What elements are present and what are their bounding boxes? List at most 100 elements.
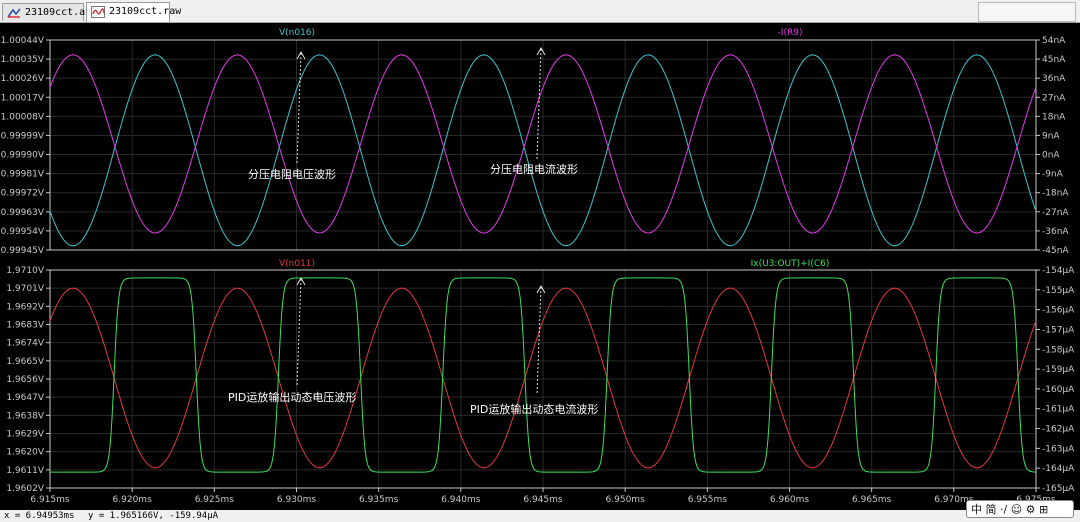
data-point bbox=[565, 471, 567, 473]
data-point bbox=[483, 54, 485, 56]
data-point bbox=[483, 467, 485, 469]
data-point bbox=[236, 54, 238, 56]
y-left-tick-label: 1.9683V bbox=[6, 321, 44, 331]
data-point bbox=[894, 471, 896, 473]
y-right-tick-label: -162µA bbox=[1042, 425, 1075, 435]
trace-label-vn011[interactable]: V(n011) bbox=[279, 259, 315, 269]
data-point bbox=[976, 54, 978, 56]
y-left-tick-label: 0.99990V bbox=[1, 151, 45, 161]
data-point bbox=[894, 54, 896, 56]
y-left-tick-label: 0.99954V bbox=[1, 227, 45, 237]
toolbar-box bbox=[978, 2, 1076, 22]
y-left-tick-label: 0.99945V bbox=[1, 246, 45, 256]
x-tick-label: 6.920ms bbox=[113, 495, 153, 505]
y-right-tick-label: 18nA bbox=[1042, 112, 1066, 122]
data-point bbox=[647, 277, 649, 279]
data-point bbox=[72, 471, 74, 473]
y-left-tick-label: 1.9638V bbox=[6, 411, 44, 421]
y-left-tick-label: 1.9674V bbox=[6, 339, 44, 349]
y-right-tick-label: 45nA bbox=[1042, 55, 1066, 65]
data-point bbox=[729, 245, 731, 247]
y-left-tick-label: 1.00026V bbox=[1, 74, 45, 84]
trace-label-vn016[interactable]: V(n016) bbox=[279, 28, 315, 38]
y-left-tick-label: 0.99999V bbox=[1, 131, 45, 141]
data-point bbox=[236, 287, 238, 289]
data-point bbox=[647, 467, 649, 469]
schematic-icon bbox=[7, 8, 21, 18]
x-tick-label: 6.965ms bbox=[852, 495, 892, 505]
data-point bbox=[976, 277, 978, 279]
data-point bbox=[72, 54, 74, 56]
y-right-tick-label: 27nA bbox=[1042, 93, 1066, 103]
tab-schematic[interactable]: 23109cct.asc bbox=[2, 3, 97, 21]
data-point bbox=[483, 277, 485, 279]
data-point bbox=[318, 232, 321, 234]
y-left-tick-label: 1.00008V bbox=[1, 112, 45, 122]
y-right-tick-label: 36nA bbox=[1042, 74, 1066, 84]
y-left-tick-label: 1.9647V bbox=[6, 393, 44, 403]
data-point bbox=[811, 54, 814, 56]
x-tick-label: 6.950ms bbox=[606, 495, 646, 505]
y-right-tick-label: -18nA bbox=[1042, 189, 1069, 199]
y-right-tick-label: -155µA bbox=[1042, 286, 1075, 296]
y-left-tick-label: 1.00017V bbox=[1, 93, 45, 103]
y-left-tick-label: 0.99981V bbox=[1, 170, 45, 180]
x-tick-label: 6.925ms bbox=[195, 495, 235, 505]
annotation-divider-voltage: 分压电阻电压波形 bbox=[248, 168, 336, 181]
x-tick-label: 6.955ms bbox=[688, 495, 728, 505]
waveform-plot[interactable]: 1.00044V 1.00035V 1.00026V 1.00017V 1.00008V… bbox=[0, 23, 1080, 510]
y-right-tick-label: -27nA bbox=[1042, 208, 1069, 218]
data-point bbox=[565, 245, 567, 247]
data-point bbox=[647, 232, 649, 234]
y-right-tick-label: 54nA bbox=[1042, 36, 1066, 46]
status-bar: x = 6.94953ms y = 1.965166V, -159.94µA bbox=[0, 510, 1080, 522]
y-right-tick-label: -9nA bbox=[1042, 170, 1064, 180]
y-right-tick-label: -154µA bbox=[1042, 266, 1075, 276]
data-point bbox=[401, 54, 403, 56]
cursor-x-readout: x = 6.94953ms bbox=[4, 511, 75, 521]
y-right-tick-label: -156µA bbox=[1042, 306, 1075, 316]
data-point bbox=[401, 287, 403, 289]
data-point bbox=[154, 232, 156, 234]
y-left-tick-label: 1.9629V bbox=[6, 430, 44, 440]
data-point bbox=[154, 54, 156, 56]
y-right-tick-label: -165µA bbox=[1042, 484, 1075, 494]
data-point bbox=[811, 467, 814, 469]
y-right-tick-label: -163µA bbox=[1042, 444, 1075, 454]
annotation-pid-current: PID运放输出动态电流波形 bbox=[470, 402, 598, 416]
y-right-tick-label: -161µA bbox=[1042, 405, 1075, 415]
data-point bbox=[154, 277, 156, 279]
waveform-icon bbox=[91, 6, 105, 18]
ime-toolbar[interactable]: 中 简 ·/ ☺ ⚙ ⊞ bbox=[966, 500, 1074, 518]
y-left-tick-label: 1.9611V bbox=[6, 466, 44, 476]
y-left-tick-label: 0.99963V bbox=[1, 208, 45, 218]
x-tick-label: 6.935ms bbox=[359, 495, 399, 505]
data-point bbox=[565, 54, 567, 56]
data-point bbox=[976, 467, 978, 469]
y-right-tick-label: 0nA bbox=[1042, 151, 1060, 161]
y-right-tick-label: -164µA bbox=[1042, 464, 1075, 474]
y-left-tick-label: 1.9665V bbox=[6, 357, 44, 367]
trace-label-ix-u3-out[interactable]: Ix(U3:OUT)+I(C6) bbox=[751, 259, 830, 269]
y-right-tick-label: -157µA bbox=[1042, 325, 1075, 335]
tab-waveform[interactable]: 23109cct.raw bbox=[86, 2, 181, 22]
y-left-tick-label: 1.9692V bbox=[6, 302, 44, 312]
data-point bbox=[647, 54, 649, 56]
x-tick-label: 6.960ms bbox=[770, 495, 810, 505]
data-point bbox=[976, 232, 978, 234]
annotation-pid-voltage: PID运放输出动态电压波形 bbox=[228, 390, 356, 404]
data-point bbox=[565, 287, 567, 289]
data-point bbox=[401, 471, 403, 473]
y-left-tick-label: 0.99972V bbox=[1, 189, 45, 199]
data-point bbox=[811, 277, 814, 279]
y-left-tick-label: 1.9710V bbox=[6, 266, 44, 276]
data-point bbox=[318, 467, 321, 469]
y-right-tick-label: 9nA bbox=[1042, 131, 1060, 141]
x-tick-label: 6.940ms bbox=[441, 495, 481, 505]
data-point bbox=[236, 471, 238, 473]
data-point bbox=[236, 245, 238, 247]
x-tick-label: 6.915ms bbox=[30, 495, 70, 505]
data-point bbox=[401, 245, 403, 247]
plot-area[interactable]: 1.00044V 1.00035V 1.00026V 1.00017V 1.00008V… bbox=[0, 23, 1080, 510]
trace-label-ir9[interactable]: -I(R9) bbox=[778, 28, 803, 38]
